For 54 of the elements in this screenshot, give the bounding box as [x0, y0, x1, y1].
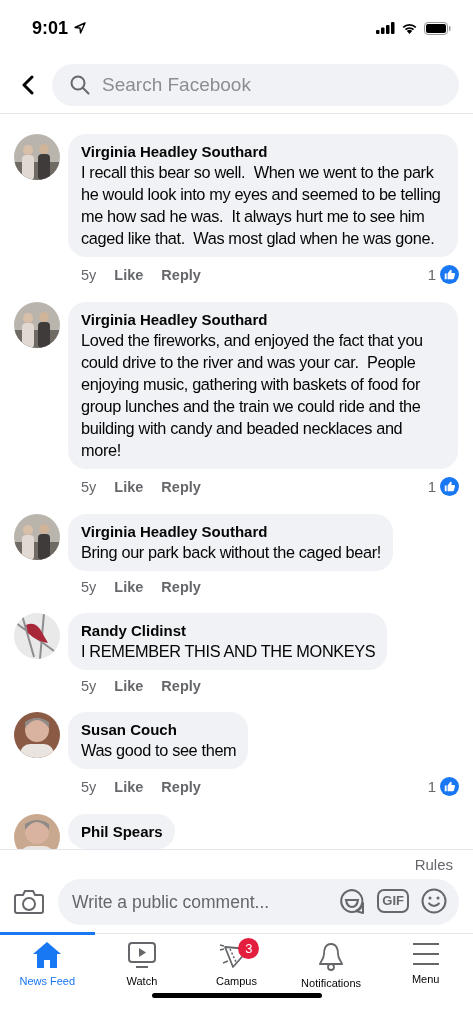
comment-time: 5y	[81, 778, 97, 795]
reaction-count: 1	[427, 778, 436, 795]
location-arrow-icon	[74, 22, 87, 34]
home-icon	[32, 941, 63, 969]
nav-tab[interactable]: Menu	[378, 932, 473, 993]
reply-link[interactable]: Reply	[161, 266, 201, 283]
like-icon	[440, 777, 459, 796]
sticker-icon[interactable]	[339, 888, 366, 914]
camera-icon[interactable]	[14, 889, 44, 915]
comment-time: 5y	[81, 266, 97, 283]
commenter-name[interactable]: Randy Clidinst	[81, 621, 376, 640]
search-icon	[70, 74, 90, 95]
commenter-name[interactable]: Virginia Headley Southard	[81, 310, 446, 329]
search-field[interactable]: Search Facebook	[52, 63, 459, 106]
gif-button[interactable]: GIF	[377, 889, 409, 913]
like-link[interactable]: Like	[114, 579, 144, 595]
like-icon	[440, 265, 459, 284]
notification-badge: 3	[238, 938, 260, 959]
reaction-count: 1	[427, 266, 436, 283]
like-link[interactable]: Like	[114, 266, 144, 283]
commenter-name[interactable]: Virginia Headley Southard	[81, 142, 446, 161]
comment-text: Was good to see them	[81, 740, 237, 761]
like-icon	[440, 477, 459, 496]
emoji-icon[interactable]	[421, 888, 447, 914]
reaction-count: 1	[427, 478, 436, 495]
comment-text: Loved the fireworks, and enjoyed the fact that you could drive to the river and was your car. People enjoying music, gathering with baskets of food for group lunches and the train we could ride and the building with candy and beaded necklaces and more!	[81, 330, 424, 461]
like-link[interactable]: Like	[114, 778, 144, 795]
commenter-name[interactable]: Virginia Headley Southard	[81, 522, 381, 541]
video-icon	[126, 941, 157, 969]
comment-time: 5y	[81, 579, 97, 595]
reply-link[interactable]: Reply	[161, 579, 201, 595]
comment-text: I REMEMBER THIS AND THE MONKEYS	[81, 641, 376, 662]
comment-time: 5y	[81, 678, 97, 694]
like-link[interactable]: Like	[114, 678, 144, 694]
signal-icon	[376, 22, 395, 34]
comment-text: Bring our park back without the caged bear!	[81, 542, 381, 563]
reply-link[interactable]: Reply	[161, 678, 201, 694]
reply-link[interactable]: Reply	[161, 778, 201, 795]
commenter-name[interactable]: Phil Spears	[81, 822, 163, 841]
status-time: 9:01	[32, 17, 69, 39]
rules-link[interactable]: Rules	[414, 856, 459, 873]
comment-text: I recall this bear so well. When we went to the park he would look into my eyes and seemed to be telling me how sad he was. It always hurt me to see him caged like that. Was most glad when he was gone.	[81, 162, 442, 249]
nav-tab[interactable]: Campus 3	[189, 932, 284, 993]
wifi-icon	[401, 22, 418, 34]
nav-tab[interactable]: Notifications	[283, 932, 379, 993]
nav-tab[interactable]: News Feed	[0, 932, 95, 993]
reply-link[interactable]: Reply	[161, 478, 201, 495]
bell-icon	[317, 941, 346, 971]
commenter-name[interactable]: Susan Couch	[81, 720, 237, 739]
menu-icon	[411, 941, 440, 967]
like-link[interactable]: Like	[114, 478, 144, 495]
comment-time: 5y	[81, 478, 97, 495]
battery-icon	[424, 21, 451, 35]
nav-tab[interactable]: Watch	[94, 932, 190, 993]
